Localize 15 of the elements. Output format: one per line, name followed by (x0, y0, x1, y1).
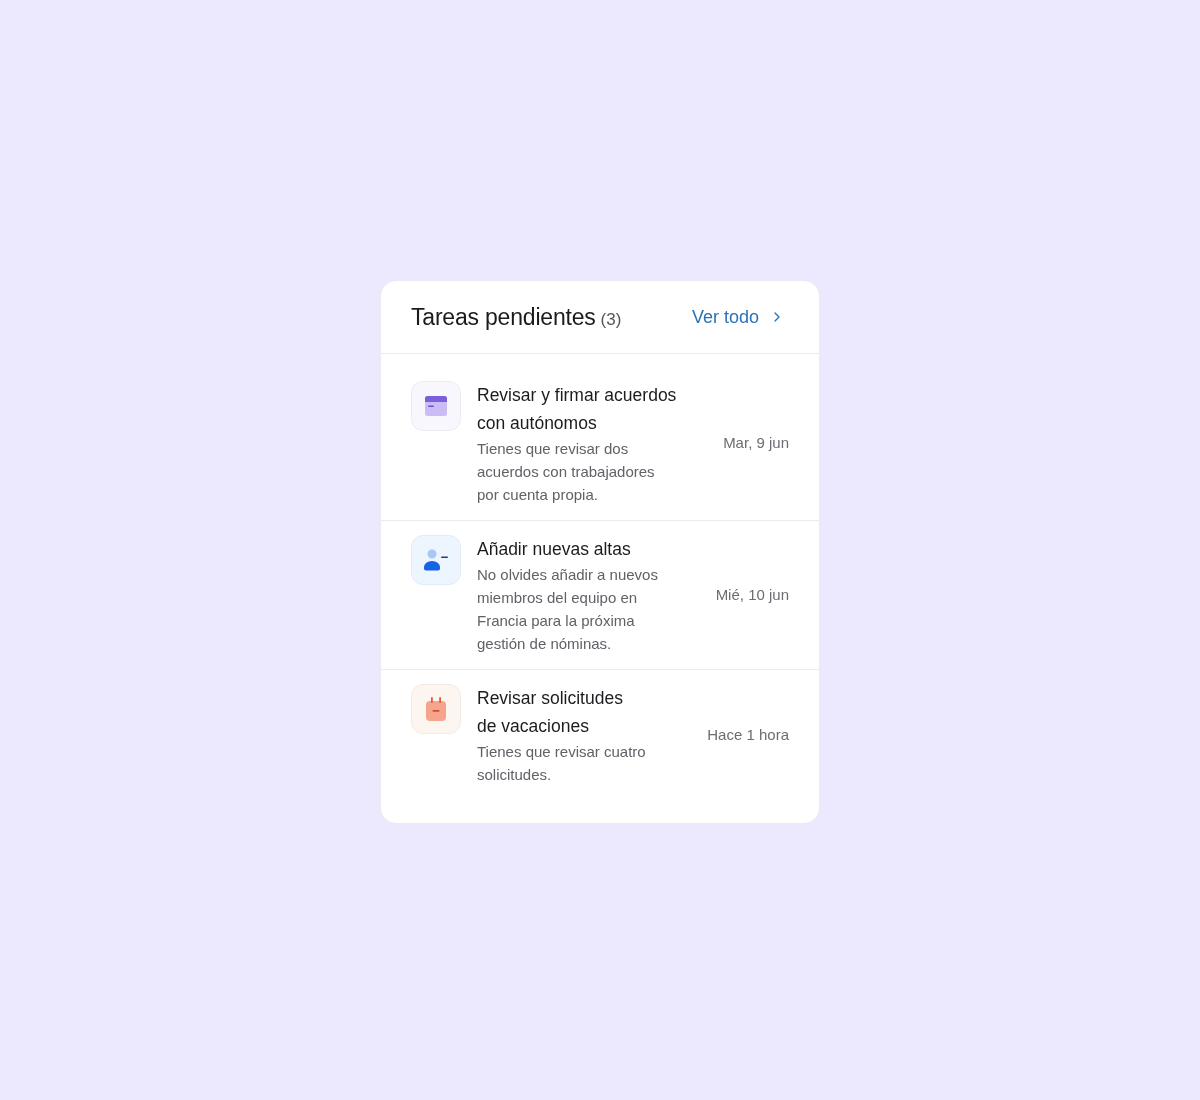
task-date: Mar, 9 jun (723, 433, 789, 454)
card-icon (411, 381, 461, 431)
task-description: Tienes que revisar dos acuerdos con trabajadores por cuenta propia. (477, 439, 656, 505)
task-date: Hace 1 hora (707, 724, 789, 745)
card-title: Tareas pendientes (411, 302, 596, 332)
task-title: Añadir nuevas altas (477, 538, 632, 561)
task-title: Revisar solicitudes de vacaciones (477, 687, 624, 738)
task-description: Tienes que revisar cuatro solicitudes. (477, 742, 647, 785)
user-icon (411, 535, 461, 585)
calendar-icon (411, 684, 461, 734)
task-date: Mié, 10 jun (715, 584, 789, 605)
task-title: Revisar y firmar acuerdos con autónomos (477, 384, 678, 435)
task-description: No olvides añadir a nuevos miembros del equipo en Francia para la próxima gestión de nóminas. (477, 565, 659, 654)
task-count: (3) (600, 308, 622, 331)
view-all-link[interactable]: Ver todo (691, 303, 785, 331)
